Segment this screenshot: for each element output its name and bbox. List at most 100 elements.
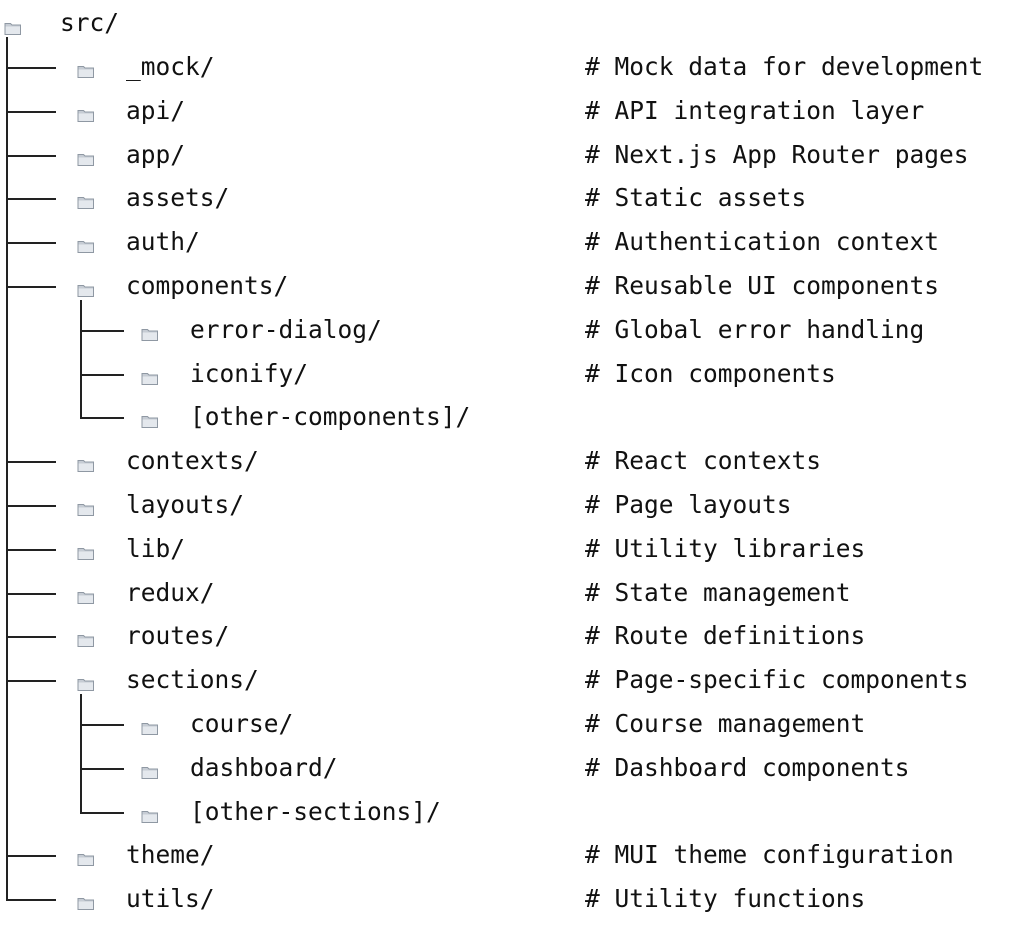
folder-name: app/ <box>126 139 186 169</box>
folder-name: [other-components]/ <box>190 402 471 432</box>
tree-item[interactable]: lib/ # Utility libraries <box>0 518 1026 571</box>
tree-item[interactable]: auth/ # Authentication context <box>0 212 1026 265</box>
folder-comment: # Global error handling <box>585 314 925 344</box>
folder-comment: # Page-specific components <box>585 665 969 695</box>
folder-icon <box>141 363 159 385</box>
tree-branch-connector <box>6 869 56 902</box>
folder-name: routes/ <box>126 621 230 651</box>
folder-comment: # Dashboard components <box>585 752 910 782</box>
tree-item[interactable]: _mock/ # Mock data for development <box>0 37 1026 89</box>
tree-subitem[interactable]: course/ # Course management <box>0 694 1026 746</box>
folder-name: dashboard/ <box>190 752 338 782</box>
folder-icon <box>77 669 95 692</box>
tree-branch-connector <box>80 737 124 770</box>
folder-comment: # Utility libraries <box>585 533 866 563</box>
tree-branch-connector <box>6 562 56 595</box>
tree-item[interactable]: utils/ # Utility functions <box>0 869 1026 921</box>
tree-branch-connector <box>6 825 56 858</box>
tree-branch-connector <box>80 343 124 376</box>
folder-icon <box>77 144 95 166</box>
tree-branch-connector <box>6 606 56 639</box>
tree-branch-connector <box>6 518 56 551</box>
folder-comment: # Route definitions <box>585 621 866 651</box>
folder-name: assets/ <box>126 183 230 213</box>
tree-item[interactable]: app/ # Next.js App Router pages <box>0 124 1026 177</box>
tree-item[interactable]: layouts/ # Page layouts <box>0 475 1026 527</box>
folder-name: auth/ <box>126 227 200 257</box>
folder-comment: # Course management <box>585 709 866 738</box>
folder-icon <box>77 56 95 78</box>
folder-icon <box>141 713 159 735</box>
folder-name: api/ <box>126 95 186 125</box>
folder-comment: # Icon components <box>585 358 836 388</box>
folder-icon <box>77 187 95 210</box>
tree-branch-connector <box>6 124 56 157</box>
folder-icon <box>77 538 95 560</box>
folder-name: [other-sections]/ <box>190 796 441 826</box>
tree-subitem[interactable]: iconify/ # Icon components <box>0 343 1026 396</box>
folder-name: theme/ <box>126 840 215 870</box>
tree-subitem[interactable]: error-dialog/ # Global error handling <box>0 299 1026 352</box>
folder-name: iconify/ <box>190 358 309 388</box>
tree-branch-connector <box>80 694 124 726</box>
tree-branch-connector <box>6 475 56 507</box>
tree-subitem[interactable]: [other-components]/ <box>0 387 1026 440</box>
folder-comment: # Utility functions <box>585 884 866 914</box>
folder-name: _mock/ <box>126 52 215 81</box>
folder-name: redux/ <box>126 577 215 607</box>
tree-branch-connector <box>80 299 124 332</box>
folder-comment: # Authentication context <box>585 227 940 257</box>
folder-icon <box>141 319 159 341</box>
folder-comment: # Mock data for development <box>585 52 984 81</box>
folder-icon <box>77 625 95 648</box>
folder-icon <box>141 801 159 823</box>
folder-comment: # Page layouts <box>585 490 792 519</box>
tree-branch-connector <box>80 781 124 814</box>
tree-branch-connector <box>6 256 56 288</box>
folder-icon <box>141 757 159 779</box>
tree-item[interactable]: redux/ # State management <box>0 562 1026 615</box>
tree-branch-connector <box>6 168 56 201</box>
folder-comment: # Reusable UI components <box>585 271 940 300</box>
tree-branch-connector <box>6 431 56 464</box>
tree-subitem[interactable]: [other-sections]/ <box>0 781 1026 834</box>
folder-name: error-dialog/ <box>190 314 382 344</box>
tree-subitem[interactable]: dashboard/ # Dashboard components <box>0 737 1026 790</box>
tree-root-row[interactable]: src/ <box>0 1 1026 45</box>
folder-comment: # State management <box>585 577 851 607</box>
folder-name: utils/ <box>126 884 215 914</box>
folder-icon <box>77 275 95 297</box>
folder-comment: # MUI theme configuration <box>585 840 954 870</box>
folder-icon <box>141 406 159 429</box>
tree-item[interactable]: theme/ # MUI theme configuration <box>0 825 1026 878</box>
folder-name: course/ <box>190 709 294 738</box>
tree-branch-connector <box>6 650 56 683</box>
folder-name: contexts/ <box>126 446 259 476</box>
tree-branch-connector <box>80 387 124 420</box>
folder-comment: # API integration layer <box>585 95 925 125</box>
tree-item[interactable]: components/ # Reusable UI components <box>0 256 1026 308</box>
folder-comment: # React contexts <box>585 446 822 476</box>
folder-icon <box>77 100 95 122</box>
folder-icon <box>77 494 95 516</box>
tree-branch-connector <box>6 212 56 245</box>
folder-name: lib/ <box>126 533 186 563</box>
tree-root-label: src/ <box>60 8 120 37</box>
tree-branch-connector <box>6 37 56 69</box>
folder-icon <box>77 450 95 473</box>
folder-comment: # Next.js App Router pages <box>585 139 969 169</box>
folder-comment: # Static assets <box>585 183 807 213</box>
folder-name: sections/ <box>126 665 259 695</box>
folder-name: components/ <box>126 271 289 300</box>
tree-item[interactable]: contexts/ # React contexts <box>0 431 1026 484</box>
folder-icon <box>77 888 95 911</box>
tree-item[interactable]: api/ # API integration layer <box>0 80 1026 133</box>
tree-item[interactable]: sections/ # Page-specific components <box>0 650 1026 703</box>
folder-icon <box>77 582 95 604</box>
tree-branch-connector <box>6 80 56 113</box>
folder-icon <box>4 13 22 35</box>
folder-icon <box>77 231 95 254</box>
tree-item[interactable]: routes/ # Route definitions <box>0 606 1026 659</box>
folder-name: layouts/ <box>126 490 245 519</box>
tree-item[interactable]: assets/ # Static assets <box>0 168 1026 221</box>
